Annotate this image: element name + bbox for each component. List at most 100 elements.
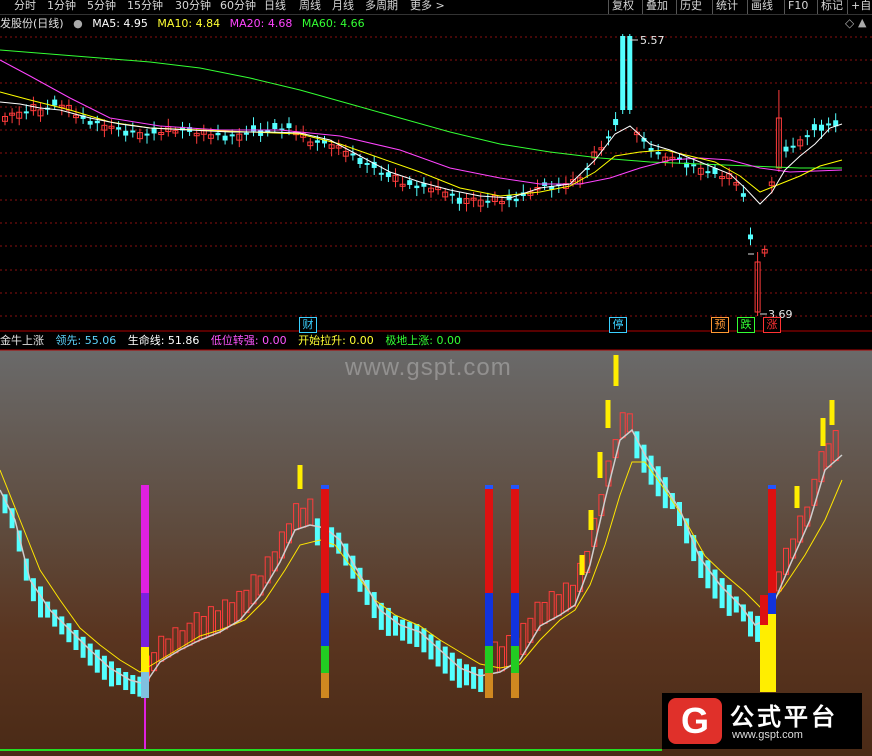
logo: G 公式平台 www.gspt.com — [662, 693, 862, 749]
event-badge[interactable]: 跌 — [737, 317, 755, 333]
sub-bar-down — [705, 560, 711, 589]
candle-down — [449, 193, 455, 196]
candle-down — [130, 130, 136, 133]
candle-down — [243, 132, 249, 135]
candle-down — [748, 234, 753, 240]
event-badge[interactable]: 财 — [299, 317, 317, 333]
sub-bar-down — [73, 630, 79, 650]
candle-down — [627, 36, 633, 110]
sub-bar-down — [471, 666, 477, 689]
signal-column — [760, 595, 768, 625]
sub-info-line: 金牛上涨 领先: 55.06 生命线: 51.86 低位转强: 0.00 开始拉… — [0, 333, 469, 349]
sub-bar-up — [300, 507, 307, 528]
candle-down — [378, 172, 384, 175]
sub-bar-down — [456, 658, 462, 688]
signal-column — [485, 593, 493, 646]
sub-bar-down — [414, 623, 420, 647]
signal-column — [768, 614, 776, 672]
lead-label: 领先: 55.06 — [55, 334, 117, 347]
sub-bar-up — [541, 601, 548, 624]
life-line — [0, 461, 843, 673]
signal-column — [321, 673, 329, 698]
event-badge[interactable]: 停 — [609, 317, 627, 333]
ma60-line — [0, 49, 842, 169]
sub-bar-down — [712, 569, 718, 599]
sub-bar-down — [400, 619, 406, 641]
candle-down — [819, 124, 824, 131]
logo-url: www.gspt.com — [732, 729, 803, 741]
bottom-rise-label: 极地上涨: 0.00 — [385, 334, 462, 347]
signal-marker — [820, 418, 826, 446]
candle-down — [783, 146, 789, 152]
signal-column — [141, 593, 149, 647]
sub-bar-down — [719, 578, 725, 609]
chart-window: 分时 1分钟 5分钟 15分钟 30分钟 60分钟 日线 周线 月线 多周期 更多 > 复权 叠加 历史统… — [0, 0, 872, 756]
sub-bar-up — [158, 635, 165, 662]
sub-bar-up — [562, 582, 569, 612]
signal-column — [321, 593, 329, 646]
candle-down — [357, 158, 363, 164]
sub-bar-up — [236, 590, 243, 621]
sub-bar-up — [570, 584, 576, 607]
candle-down — [811, 124, 817, 131]
candle-down — [215, 132, 221, 136]
signal-column — [321, 489, 329, 593]
signal-marker — [597, 452, 603, 478]
candle-down — [364, 162, 370, 165]
sub-bar-up — [491, 641, 498, 674]
sub-bar-up — [520, 622, 527, 655]
sub-bar-up — [293, 503, 300, 531]
sub-bar-down — [478, 668, 484, 692]
signal-column — [511, 489, 519, 593]
sub-bar-down — [130, 675, 136, 695]
pull-up-label: 开始拉升: 0.00 — [298, 334, 374, 347]
sub-bar-up — [207, 606, 214, 637]
candle-down — [94, 120, 100, 124]
candle-down — [613, 119, 619, 126]
signal-column — [321, 646, 329, 673]
candle-down — [52, 99, 58, 106]
candle-down — [286, 123, 292, 129]
signal-marker — [588, 510, 594, 530]
sub-bar-up — [825, 443, 832, 468]
signal-marker — [613, 355, 619, 386]
signal-column — [485, 485, 493, 489]
logo-mark: G — [668, 698, 722, 744]
sub-bar-down — [407, 621, 413, 644]
sub-bar-up — [243, 589, 250, 613]
sub-bar-down — [66, 623, 72, 643]
signal-column — [511, 673, 519, 698]
event-badge[interactable]: 涨 — [763, 317, 781, 333]
candle-down — [229, 134, 235, 137]
signal-column — [485, 673, 493, 698]
life-label: 生命线: 51.86 — [127, 334, 200, 347]
sub-bar-down — [442, 646, 448, 674]
signal-marker — [297, 465, 303, 489]
candle-down — [691, 164, 697, 167]
sub-bar-up — [619, 412, 626, 439]
signal-column — [768, 489, 776, 593]
candle-down — [826, 123, 832, 126]
candle-down — [804, 135, 810, 138]
signal-column — [760, 625, 768, 672]
watermark: www.gspt.com — [345, 354, 512, 381]
signal-column — [485, 489, 493, 593]
candle-down — [87, 121, 93, 125]
signal-column — [511, 485, 519, 489]
candle-down — [705, 171, 711, 174]
signal-column — [485, 646, 493, 673]
event-badge[interactable]: 预 — [711, 317, 729, 333]
sub-bar-up — [605, 460, 612, 487]
sub-bar-up — [215, 610, 221, 634]
candle-down — [222, 135, 228, 141]
ma20-line — [0, 59, 843, 185]
sub-bar-down — [385, 607, 391, 636]
signal-column — [511, 646, 519, 673]
sub-bar-down — [449, 652, 455, 681]
candle-down — [385, 172, 391, 178]
sub-bar-up — [172, 627, 179, 654]
sub-bar-down — [123, 672, 129, 691]
sub-bar-up — [307, 498, 314, 526]
signal-column — [768, 485, 776, 489]
sub-bar-down — [38, 586, 43, 618]
